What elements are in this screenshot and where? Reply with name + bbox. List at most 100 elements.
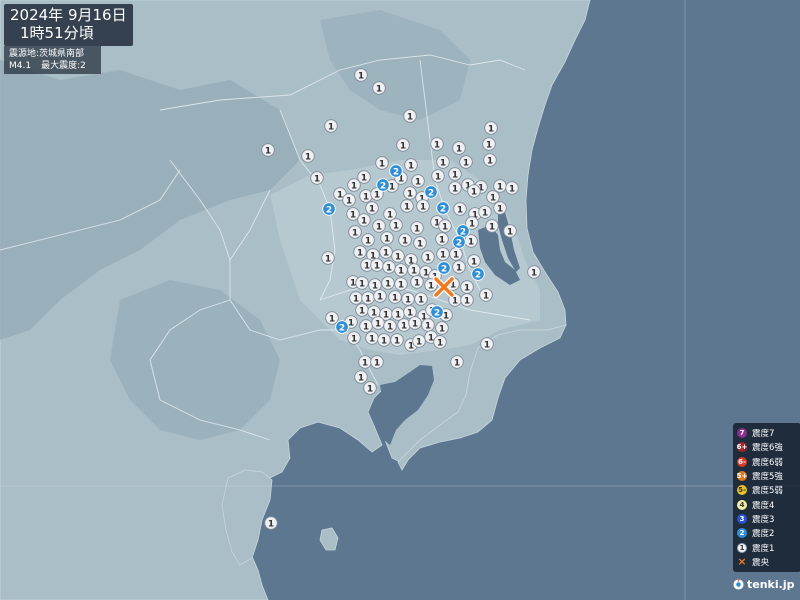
station-intensity-1-icon[interactable]: 1: [404, 158, 418, 172]
station-intensity-1-icon[interactable]: 1: [390, 333, 404, 347]
station-intensity-1-icon[interactable]: 1: [388, 290, 402, 304]
station-intensity-1-icon[interactable]: 1: [370, 355, 384, 369]
station-intensity-1-icon[interactable]: 1: [421, 318, 435, 332]
station-intensity-1-icon[interactable]: 1: [438, 219, 452, 233]
station-intensity-1-icon[interactable]: 1: [363, 381, 377, 395]
station-intensity-1-icon[interactable]: 1: [379, 245, 393, 259]
station-intensity-1-icon[interactable]: 1: [372, 219, 386, 233]
station-intensity-1-icon[interactable]: 1: [433, 335, 447, 349]
station-intensity-1-icon[interactable]: 1: [373, 289, 387, 303]
station-intensity-1-icon[interactable]: 1: [355, 276, 369, 290]
station-intensity-1-icon[interactable]: 1: [435, 321, 449, 335]
station-intensity-1-icon[interactable]: 1: [301, 149, 315, 163]
station-intensity-2-icon[interactable]: 2: [335, 320, 349, 334]
station-intensity-1-icon[interactable]: 1: [361, 291, 375, 305]
station-intensity-1-icon[interactable]: 1: [382, 260, 396, 274]
station-intensity-1-icon[interactable]: 1: [355, 303, 369, 317]
station-intensity-1-icon[interactable]: 1: [325, 311, 339, 325]
station-intensity-1-icon[interactable]: 1: [503, 224, 517, 238]
station-intensity-1-icon[interactable]: 1: [264, 516, 278, 530]
station-intensity-1-icon[interactable]: 1: [467, 184, 481, 198]
station-intensity-1-icon[interactable]: 1: [483, 153, 497, 167]
station-intensity-1-icon[interactable]: 1: [453, 202, 467, 216]
station-intensity-2-icon[interactable]: 2: [389, 164, 403, 178]
station-intensity-2-icon[interactable]: 2: [452, 235, 466, 249]
station-intensity-1-icon[interactable]: 1: [412, 334, 426, 348]
station-intensity-1-icon[interactable]: 1: [478, 205, 492, 219]
station-intensity-1-icon[interactable]: 1: [410, 221, 424, 235]
station-intensity-1-icon[interactable]: 1: [448, 167, 462, 181]
station-intensity-2-icon[interactable]: 2: [437, 261, 451, 275]
station-intensity-1-icon[interactable]: 1: [407, 263, 421, 277]
station-intensity-2-icon[interactable]: 2: [436, 201, 450, 215]
station-intensity-1-icon[interactable]: 1: [370, 258, 384, 272]
station-intensity-1-icon[interactable]: 1: [359, 319, 373, 333]
station-intensity-1-icon[interactable]: 1: [484, 121, 498, 135]
station-intensity-1-icon[interactable]: 1: [349, 291, 363, 305]
station-intensity-1-icon[interactable]: 1: [310, 171, 324, 185]
station-intensity-1-icon[interactable]: 1: [375, 156, 389, 170]
station-intensity-1-icon[interactable]: 1: [357, 170, 371, 184]
station-intensity-1-icon[interactable]: 1: [493, 201, 507, 215]
station-intensity-1-icon[interactable]: 1: [397, 318, 411, 332]
station-intensity-1-icon[interactable]: 1: [416, 199, 430, 213]
station-intensity-1-icon[interactable]: 1: [354, 68, 368, 82]
station-intensity-1-icon[interactable]: 1: [394, 263, 408, 277]
station-intensity-1-icon[interactable]: 1: [431, 169, 445, 183]
station-intensity-1-icon[interactable]: 1: [359, 189, 373, 203]
station-intensity-1-icon[interactable]: 1: [450, 355, 464, 369]
station-intensity-1-icon[interactable]: 1: [365, 331, 379, 345]
station-intensity-1-icon[interactable]: 1: [410, 275, 424, 289]
station-intensity-1-icon[interactable]: 1: [408, 316, 422, 330]
station-intensity-1-icon[interactable]: 1: [414, 292, 428, 306]
station-intensity-2-icon[interactable]: 2: [471, 267, 485, 281]
station-intensity-1-icon[interactable]: 1: [372, 81, 386, 95]
station-intensity-1-icon[interactable]: 1: [321, 251, 335, 265]
station-intensity-1-icon[interactable]: 1: [381, 276, 395, 290]
station-intensity-1-icon[interactable]: 1: [493, 179, 507, 193]
station-intensity-1-icon[interactable]: 1: [358, 355, 372, 369]
station-intensity-1-icon[interactable]: 1: [398, 233, 412, 247]
station-intensity-1-icon[interactable]: 1: [396, 138, 410, 152]
station-intensity-1-icon[interactable]: 1: [449, 247, 463, 261]
intensity-map[interactable]: 11111111 1 1 111 1 1 1 11111 1 1 11 1 1 111 1 1 1 1 11111 1…: [0, 0, 800, 600]
station-intensity-2-icon[interactable]: 2: [376, 178, 390, 192]
station-intensity-1-icon[interactable]: 1: [391, 249, 405, 263]
station-intensity-1-icon[interactable]: 1: [505, 181, 519, 195]
station-intensity-1-icon[interactable]: 1: [479, 288, 493, 302]
station-intensity-1-icon[interactable]: 1: [348, 225, 362, 239]
station-intensity-1-icon[interactable]: 1: [460, 293, 474, 307]
station-intensity-1-icon[interactable]: 1: [347, 331, 361, 345]
station-intensity-1-icon[interactable]: 1: [459, 155, 473, 169]
station-intensity-2-icon[interactable]: 2: [424, 185, 438, 199]
station-intensity-1-icon[interactable]: 1: [480, 337, 494, 351]
station-intensity-1-icon[interactable]: 1: [324, 119, 338, 133]
station-intensity-1-icon[interactable]: 1: [430, 137, 444, 151]
station-intensity-1-icon[interactable]: 1: [452, 141, 466, 155]
station-intensity-1-icon[interactable]: 1: [342, 193, 356, 207]
station-intensity-1-icon[interactable]: 1: [361, 233, 375, 247]
station-intensity-1-icon[interactable]: 1: [346, 207, 360, 221]
station-intensity-1-icon[interactable]: 1: [371, 316, 385, 330]
station-intensity-1-icon[interactable]: 1: [421, 250, 435, 264]
station-intensity-1-icon[interactable]: 1: [482, 137, 496, 151]
station-intensity-1-icon[interactable]: 1: [354, 370, 368, 384]
station-intensity-1-icon[interactable]: 1: [436, 155, 450, 169]
station-intensity-1-icon[interactable]: 1: [365, 201, 379, 215]
station-intensity-1-icon[interactable]: 1: [353, 245, 367, 259]
station-intensity-1-icon[interactable]: 1: [413, 236, 427, 250]
station-intensity-1-icon[interactable]: 1: [448, 181, 462, 195]
station-intensity-1-icon[interactable]: 1: [383, 319, 397, 333]
station-intensity-1-icon[interactable]: 1: [485, 219, 499, 233]
station-intensity-1-icon[interactable]: 1: [403, 109, 417, 123]
station-intensity-1-icon[interactable]: 1: [436, 247, 450, 261]
station-intensity-1-icon[interactable]: 1: [403, 186, 417, 200]
station-intensity-1-icon[interactable]: 1: [389, 218, 403, 232]
station-intensity-1-icon[interactable]: 1: [380, 231, 394, 245]
station-intensity-1-icon[interactable]: 1: [452, 260, 466, 274]
station-intensity-1-icon[interactable]: 1: [486, 190, 500, 204]
station-intensity-2-icon[interactable]: 2: [430, 305, 444, 319]
station-intensity-1-icon[interactable]: 1: [357, 213, 371, 227]
station-intensity-1-icon[interactable]: 1: [411, 174, 425, 188]
station-intensity-1-icon[interactable]: 1: [467, 254, 481, 268]
